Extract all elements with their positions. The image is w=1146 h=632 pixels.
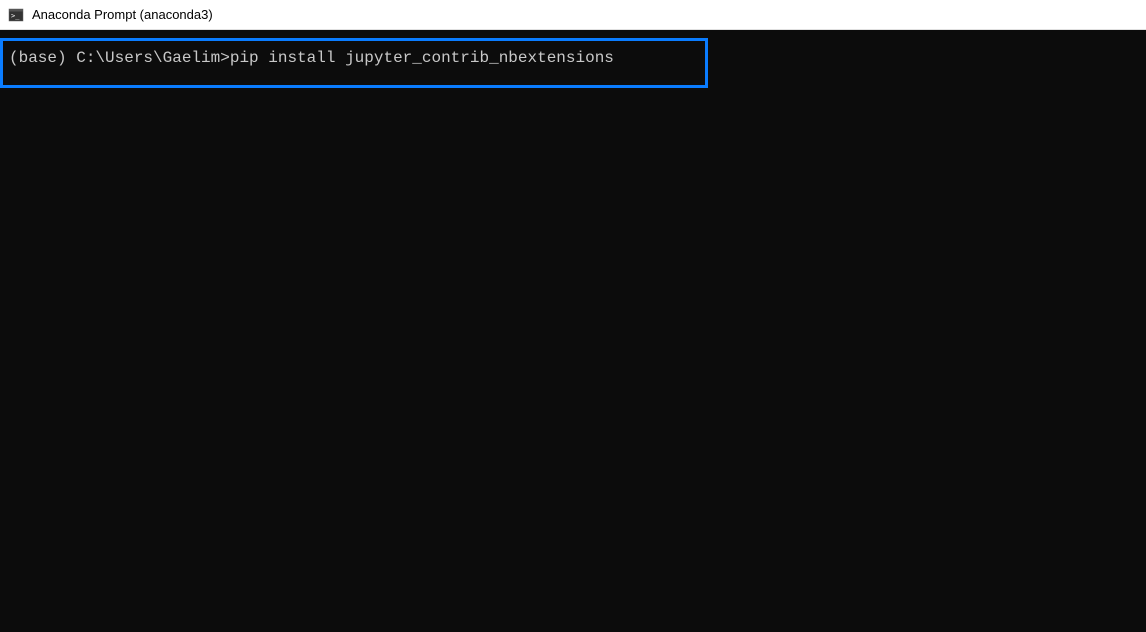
terminal-body[interactable]: (base) C:\Users\Gaelim>pip install jupyt… [0, 30, 1146, 632]
app-icon: >_ [8, 7, 24, 23]
terminal-command: pip install jupyter_contrib_nbextensions [230, 49, 614, 67]
window-title: Anaconda Prompt (anaconda3) [32, 7, 213, 22]
svg-text:>_: >_ [11, 12, 20, 20]
highlighted-command-box: (base) C:\Users\Gaelim>pip install jupyt… [0, 38, 708, 88]
window-title-bar[interactable]: >_ Anaconda Prompt (anaconda3) [0, 0, 1146, 30]
terminal-prompt: (base) C:\Users\Gaelim> [9, 49, 230, 67]
terminal-line: (base) C:\Users\Gaelim>pip install jupyt… [9, 49, 699, 67]
